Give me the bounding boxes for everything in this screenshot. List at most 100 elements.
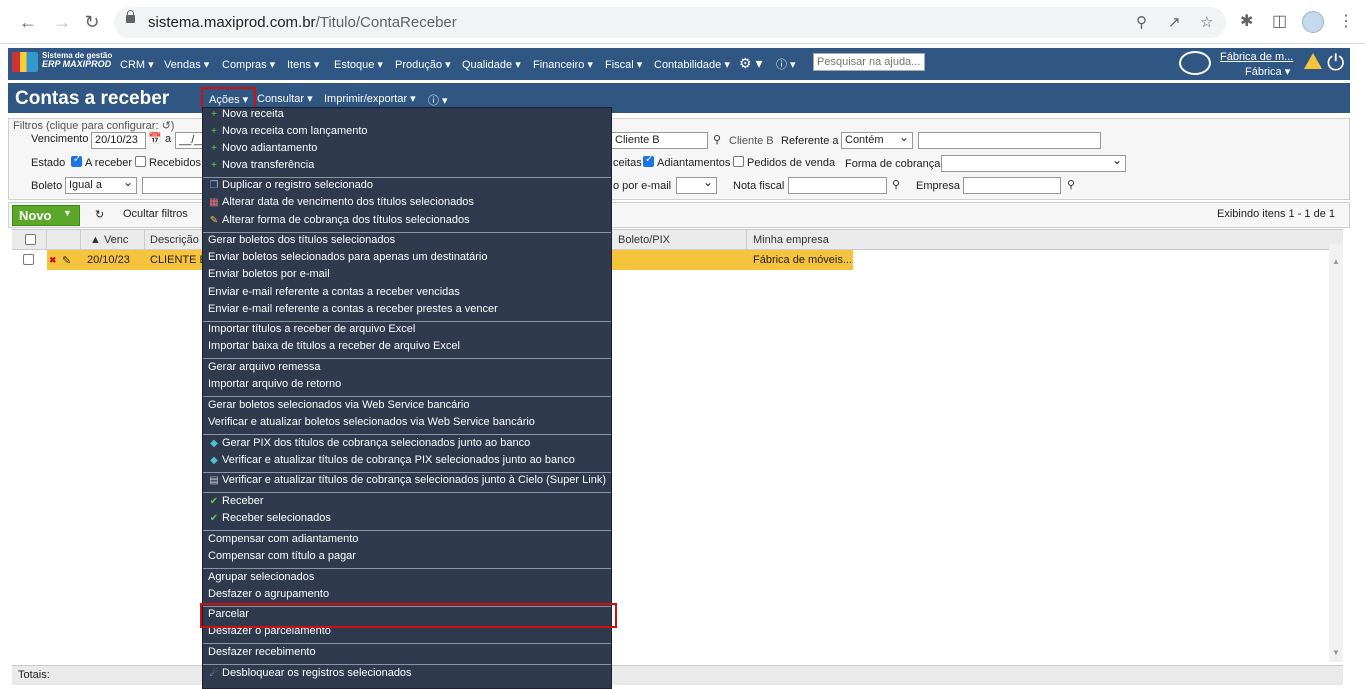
menu-item-email-vencidas[interactable]: Enviar e-mail referente a contas a receb…: [203, 286, 611, 303]
referente-select[interactable]: Contém: [841, 130, 913, 149]
nav-itens[interactable]: Itens: [287, 58, 319, 71]
vencimento-to-input[interactable]: __/__: [175, 132, 207, 149]
refresh-icon[interactable]: ↻: [95, 208, 104, 221]
edit-icon[interactable]: ✎: [62, 254, 71, 267]
email-select[interactable]: [676, 175, 717, 194]
menu-item-enviar-boletos-destinatario[interactable]: Enviar boletos selecionados para apenas …: [203, 251, 611, 268]
menu-item-verificar-pix[interactable]: ◆ Verificar e atualizar títulos de cobran…: [203, 454, 611, 471]
nav-contabilidade[interactable]: Contabilidade: [654, 58, 730, 71]
nav-crm[interactable]: CRM: [120, 58, 154, 71]
gear-icon[interactable]: ⚙: [739, 55, 762, 72]
totals-label: Totais:: [18, 669, 50, 681]
pedidos-checkbox[interactable]: [733, 156, 744, 167]
adiantamentos-checkbox[interactable]: [643, 154, 654, 167]
acoes-menu-button[interactable]: Ações ▾: [201, 87, 256, 109]
menu-item-compensar-titulo[interactable]: Compensar com título a pagar: [203, 550, 611, 567]
consultar-menu-button[interactable]: Consultar ▾: [257, 92, 313, 105]
reload-icon[interactable]: ↻: [80, 10, 104, 34]
zoom-icon[interactable]: ⚲: [1136, 13, 1147, 31]
forma-select[interactable]: [941, 153, 1126, 172]
avatar[interactable]: [1302, 11, 1324, 33]
menu-item-gerar-boletos-ws[interactable]: Gerar boletos selecionados via Web Servi…: [203, 399, 611, 416]
select-all-checkbox[interactable]: [25, 234, 36, 245]
nav-producao[interactable]: Produção: [395, 58, 451, 71]
menu-item-importar-retorno[interactable]: Importar arquivo de retorno: [203, 378, 611, 395]
nav-vendas[interactable]: Vendas: [164, 58, 209, 71]
nav-fiscal[interactable]: Fiscal: [605, 58, 642, 71]
extensions-icon[interactable]: ✱: [1240, 11, 1253, 31]
menu-item-verificar-cielo[interactable]: ▤ Verificar e atualizar títulos de cobran…: [203, 474, 611, 491]
menu-item-importar-excel[interactable]: Importar títulos a receber de arquivo Ex…: [203, 323, 611, 340]
menu-item-gerar-remessa[interactable]: Gerar arquivo remessa: [203, 361, 611, 378]
vencimento-from-input[interactable]: 20/10/23: [91, 132, 146, 149]
menu-item-email-prestes[interactable]: Enviar e-mail referente a contas a receb…: [203, 303, 611, 320]
menu-item-nova-transferencia[interactable]: + Nova transferência: [203, 159, 611, 176]
imprimir-menu-button[interactable]: Imprimir/exportar ▾: [324, 92, 416, 105]
help-icon[interactable]: ⓘ: [776, 56, 796, 72]
chat-icon[interactable]: [1179, 51, 1211, 75]
menu-item-alterar-forma[interactable]: ✎ Alterar forma de cobrança dos títulos s…: [203, 214, 611, 231]
calendar-icon[interactable]: 📅: [148, 132, 162, 145]
filters-header[interactable]: Filtros (clique para configurar: ↺): [13, 119, 174, 132]
sidepanel-icon[interactable]: ◫: [1272, 11, 1287, 31]
col-boleto[interactable]: Boleto/PIX: [618, 234, 670, 246]
power-icon[interactable]: ⏻: [1327, 50, 1344, 76]
a-receber-checkbox[interactable]: [71, 154, 82, 167]
menu-item-compensar-adiantamento[interactable]: Compensar com adiantamento: [203, 533, 611, 550]
search-icon[interactable]: ⚲: [892, 178, 900, 191]
col-venc[interactable]: ▲ Venc: [90, 234, 128, 246]
company-selector[interactable]: Fábrica ▾: [1245, 65, 1290, 78]
menu-item-desfazer-recebimento[interactable]: Desfazer recebimento: [203, 646, 611, 663]
help-circle-icon[interactable]: ⓘ ▾: [428, 92, 448, 108]
menu-item-duplicar[interactable]: ❐ Duplicar o registro selecionado: [203, 179, 611, 196]
menu-item-nova-receita-lancamento[interactable]: + Nova receita com lançamento: [203, 125, 611, 142]
col-empresa[interactable]: Minha empresa: [753, 234, 829, 246]
delete-icon[interactable]: ✖: [49, 255, 57, 266]
search-icon[interactable]: ⚲: [713, 133, 721, 146]
menu-item-agrupar[interactable]: Agrupar selecionados: [203, 571, 611, 588]
column-divider: [46, 230, 47, 251]
nav-estoque[interactable]: Estoque: [334, 58, 383, 71]
star-icon[interactable]: ☆: [1200, 13, 1213, 31]
search-icon[interactable]: ⚲: [1067, 178, 1075, 191]
col-descricao[interactable]: Descrição: [150, 234, 199, 246]
boleto-input[interactable]: [142, 177, 204, 194]
menu-item-receber-selecionados[interactable]: ✔ Receber selecionados: [203, 512, 611, 529]
nav-financeiro[interactable]: Financeiro: [533, 58, 593, 71]
menu-item-enviar-boletos-email[interactable]: Enviar boletos por e-mail: [203, 268, 611, 285]
pix-icon: ◆: [210, 455, 218, 466]
menu-item-novo-adiantamento[interactable]: + Novo adiantamento: [203, 142, 611, 159]
menu-item-importar-baixa[interactable]: Importar baixa de títulos a receber de a…: [203, 340, 611, 357]
scrollbar[interactable]: ▲ ▼: [1329, 244, 1343, 662]
menu-item-gerar-boletos[interactable]: Gerar boletos dos títulos selecionados: [203, 234, 611, 251]
menu-item-desbloquear[interactable]: ☄ Desbloquear os registros selecionados: [203, 667, 611, 684]
address-bar[interactable]: sistema.maxiprod.com.br/Titulo/ContaRece…: [114, 7, 1226, 38]
row-checkbox[interactable]: [23, 254, 34, 265]
company-link[interactable]: Fábrica de m...: [1220, 51, 1293, 63]
nav-qualidade[interactable]: Qualidade: [462, 58, 521, 71]
novo-button[interactable]: Novo ▼: [12, 205, 80, 226]
menu-item-gerar-pix[interactable]: ◆ Gerar PIX dos títulos de cobrança selec…: [203, 437, 611, 454]
cliente-input[interactable]: Cliente B: [611, 132, 708, 149]
recebidos-checkbox[interactable]: [135, 156, 146, 167]
warning-icon[interactable]: [1304, 53, 1322, 69]
boleto-select[interactable]: Igual a: [65, 175, 137, 194]
menu-item-verificar-boletos-ws[interactable]: Verificar e atualizar boletos selecionad…: [203, 416, 611, 433]
menu-separator: [203, 643, 611, 644]
share-icon[interactable]: ↗: [1168, 13, 1181, 31]
menu-icon[interactable]: ⋮: [1338, 11, 1354, 31]
scroll-up-icon[interactable]: ▲: [1332, 257, 1340, 266]
menu-item-receber[interactable]: ✔ Receber: [203, 495, 611, 512]
help-search-input[interactable]: [813, 53, 925, 71]
ocultar-filtros-button[interactable]: Ocultar filtros: [123, 208, 188, 220]
menu-separator: [203, 321, 611, 322]
forward-icon[interactable]: →: [50, 10, 74, 34]
referente-input[interactable]: [918, 132, 1101, 149]
nav-compras[interactable]: Compras: [222, 58, 275, 71]
scroll-down-icon[interactable]: ▼: [1332, 648, 1340, 657]
menu-item-nova-receita[interactable]: + Nova receita: [203, 108, 611, 125]
menu-item-alterar-vencimento[interactable]: ▦ Alterar data de vencimento dos títulos …: [203, 196, 611, 213]
nota-input[interactable]: [788, 177, 887, 194]
empresa-input[interactable]: [963, 177, 1061, 194]
back-icon[interactable]: ←: [16, 10, 40, 34]
